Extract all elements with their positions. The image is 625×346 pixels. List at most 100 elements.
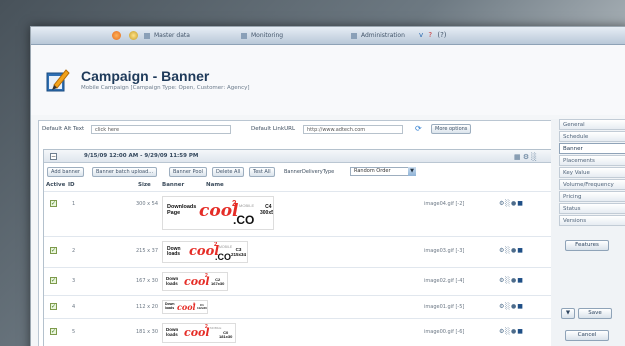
column-size[interactable]: Size: [138, 182, 151, 188]
tab-placements[interactable]: Placements: [559, 155, 625, 166]
more-options-button[interactable]: More options: [431, 124, 472, 134]
active-checkbox[interactable]: ✓: [50, 303, 57, 310]
banner-preview[interactable]: Down loads cool 2 C1 112x20: [162, 300, 208, 314]
banner-suffix: .CO: [215, 252, 232, 262]
delivery-type-select[interactable]: Random Order ▼: [350, 167, 416, 176]
tab-volume-frequency[interactable]: Volume/Frequency: [559, 179, 625, 190]
page-header: Campaign - Banner Mobile Campaign [Campa…: [31, 45, 625, 115]
row-file-name: image03.gif [-3]: [424, 248, 465, 254]
active-checkbox[interactable]: ✓: [50, 277, 57, 284]
table-row[interactable]: ✓ 5 181 x 30 Down loads cool 2 MOBILE C0…: [44, 318, 554, 346]
save-icon[interactable]: ■: [517, 277, 524, 284]
row-id: 1: [72, 201, 76, 207]
tab-pricing[interactable]: Pricing: [559, 191, 625, 202]
delivery-type-value: Random Order: [354, 168, 391, 174]
grid-icon: [144, 32, 150, 39]
banner-brand-superscript: 2: [214, 242, 218, 248]
tab-schedule[interactable]: Schedule: [559, 131, 625, 142]
nav-master-data[interactable]: Master data: [144, 32, 190, 39]
page-title: Campaign - Banner: [81, 68, 210, 84]
home-icon[interactable]: [112, 31, 121, 40]
alt-text-input[interactable]: click here: [91, 125, 231, 134]
banner-dim-label: 112x20: [197, 306, 207, 311]
save-icon[interactable]: ■: [517, 328, 524, 335]
table-row[interactable]: ✓ 3 167 x 30 Down loads cool 2 C2 167x30 …: [44, 267, 554, 294]
delete-all-button[interactable]: Delete All: [212, 167, 245, 177]
tab-versions[interactable]: Versions: [559, 215, 625, 226]
link-url-input[interactable]: http://www.adtech.com: [303, 125, 403, 134]
banner-downloads-text: Down loads: [167, 246, 181, 258]
nav-administration[interactable]: Administration: [351, 32, 405, 39]
banner-preview[interactable]: Down loads cool 2 MOBILE C0 181x30: [162, 323, 236, 343]
row-actions: ⚙░●■: [499, 200, 524, 207]
chevron-down-icon: ▼: [565, 310, 571, 316]
banner-preview[interactable]: Downloads Page cool 2 MOBILE .CO C4 300x5…: [162, 196, 274, 230]
row-size: 112 x 20: [136, 304, 159, 310]
banner-content: Default Alt Text click here Default Link…: [38, 120, 558, 346]
active-checkbox[interactable]: ✓: [50, 200, 57, 207]
cancel-button[interactable]: Cancel: [565, 330, 609, 341]
tab-banner[interactable]: Banner: [559, 143, 625, 154]
calendar-icon[interactable]: ▦: [514, 153, 521, 161]
features-button[interactable]: Features: [565, 240, 609, 251]
help-icon[interactable]: ?: [428, 31, 432, 39]
banner-brand-superscript: 2: [193, 301, 196, 306]
column-name[interactable]: Name: [206, 182, 224, 188]
column-id[interactable]: ID: [68, 182, 75, 188]
test-all-button[interactable]: Test All: [249, 167, 275, 177]
table-row[interactable]: ✓ 1 300 x 54 Downloads Page cool 2 MOBIL…: [44, 191, 554, 235]
alt-text-label: Default Alt Text: [42, 126, 85, 132]
nav-monitoring[interactable]: Monitoring: [241, 32, 283, 39]
banner-panel: − 9/15/09 12:00 AM - 9/29/09 11:59 PM ▦ …: [43, 149, 555, 346]
banner-dim-label: 300x54: [260, 209, 274, 216]
column-active[interactable]: Active: [46, 182, 65, 188]
banner-downloads-text: Down loads: [166, 327, 179, 337]
delivery-type-label: BannerDeliveryType: [284, 169, 335, 175]
save-button[interactable]: Save: [578, 308, 612, 319]
tab-status[interactable]: Status: [559, 203, 625, 214]
date-range: 9/15/09 12:00 AM - 9/29/09 11:59 PM: [84, 153, 199, 159]
trash-icon[interactable]: ░: [531, 153, 536, 161]
row-file-name: image01.gif [-5]: [424, 304, 465, 310]
banner-pool-button[interactable]: Banner Pool: [169, 167, 207, 177]
tab-general[interactable]: General: [559, 119, 625, 130]
copy-icon[interactable]: ⚙: [523, 153, 529, 161]
row-actions: ⚙░●■: [499, 303, 524, 310]
banner-mobile-text: MOBILE: [210, 326, 222, 330]
save-icon[interactable]: ■: [517, 200, 524, 207]
checkmark-icon[interactable]: v: [419, 31, 423, 39]
panel-toolbar: Add banner Banner batch upload... Banner…: [44, 167, 554, 179]
row-id: 3: [72, 278, 76, 284]
save-dropdown-button[interactable]: ▼: [561, 308, 575, 319]
banner-code: C2 167x30: [211, 277, 224, 287]
panel-header: − 9/15/09 12:00 AM - 9/29/09 11:59 PM ▦ …: [44, 150, 554, 163]
row-id: 2: [72, 248, 76, 254]
chevron-down-icon: ▼: [408, 167, 416, 176]
row-id: 4: [72, 304, 76, 310]
save-icon[interactable]: ■: [517, 303, 524, 310]
table-row[interactable]: ✓ 2 215 x 37 Down loads cool 2 MOBILE .C…: [44, 236, 554, 266]
save-icon[interactable]: ■: [517, 247, 524, 254]
banner-preview[interactable]: Down loads cool 2 C2 167x30: [162, 272, 228, 291]
tab-key-value[interactable]: Key Value: [559, 167, 625, 178]
banner-downloads-text: Downloads Page: [167, 204, 197, 216]
banner-preview[interactable]: Down loads cool 2 MOBILE .CO C3 215x34: [162, 241, 248, 263]
refresh-icon[interactable]: ⟳: [415, 124, 422, 133]
active-checkbox[interactable]: ✓: [50, 328, 57, 335]
row-file-name: image04.gif [-2]: [424, 201, 465, 207]
column-banner[interactable]: Banner: [162, 182, 184, 188]
collapse-toggle[interactable]: −: [50, 153, 57, 160]
row-size: 167 x 30: [136, 278, 159, 284]
banner-downloads-text: Down loads: [166, 276, 179, 286]
row-id: 5: [72, 329, 76, 335]
info-icon[interactable]: (?): [437, 31, 446, 39]
add-banner-button[interactable]: Add banner: [47, 167, 84, 177]
link-url-label: Default LinkURL: [251, 126, 296, 132]
table-row[interactable]: ✓ 4 112 x 20 Down loads cool 2 C1 112x20 …: [44, 295, 554, 317]
active-checkbox[interactable]: ✓: [50, 247, 57, 254]
banner-brand-superscript: 2: [205, 273, 208, 279]
batch-upload-button[interactable]: Banner batch upload...: [92, 167, 158, 177]
star-icon[interactable]: [129, 31, 138, 40]
row-file-name: image00.gif [-6]: [424, 329, 465, 335]
banner-code: C1 112x20: [197, 303, 207, 311]
